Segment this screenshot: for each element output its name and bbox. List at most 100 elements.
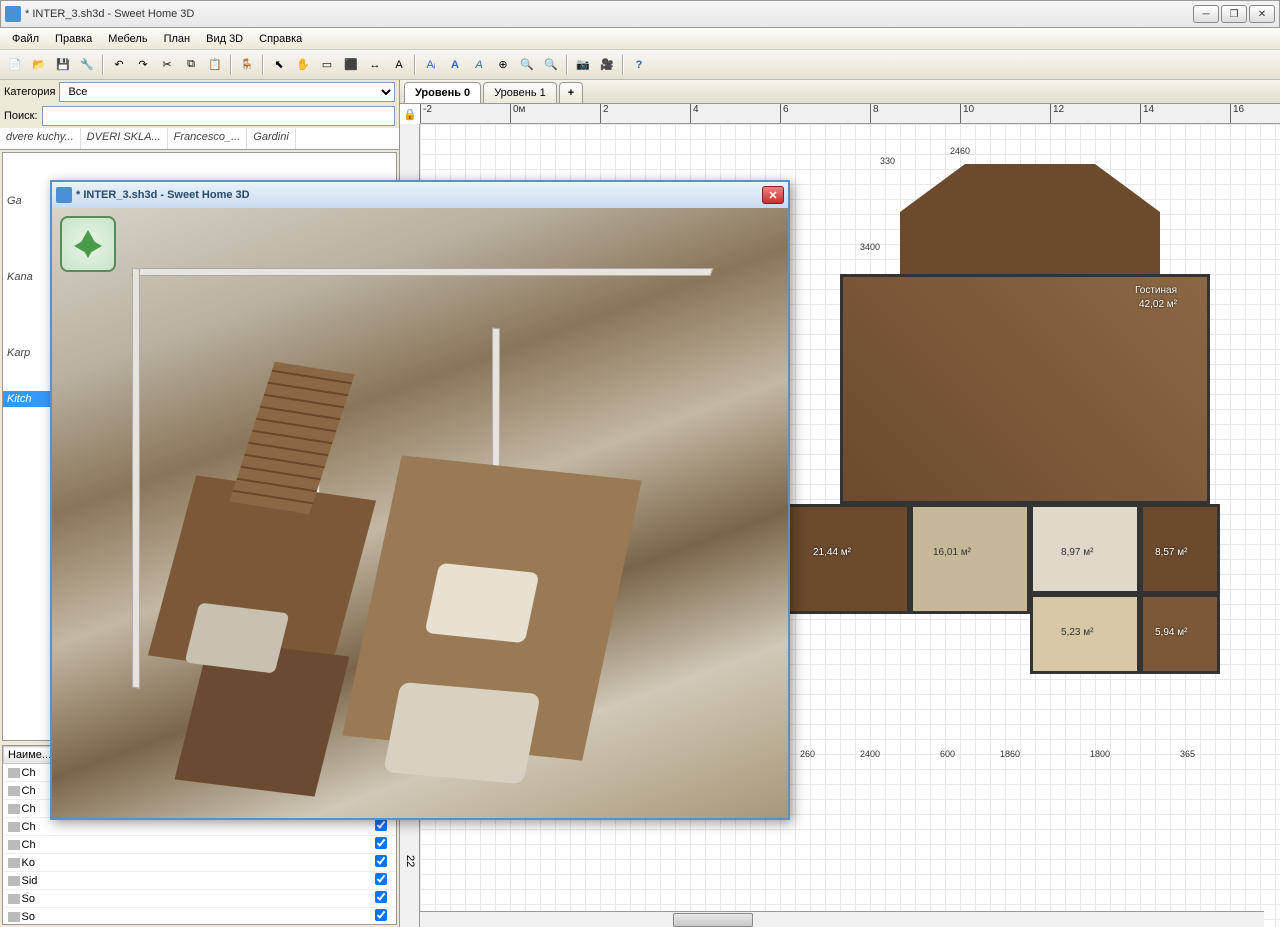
visible-checkbox[interactable] (375, 855, 387, 867)
copy-button[interactable]: ⧉ (180, 54, 202, 76)
view3d-title: * INTER_3.sh3d - Sweet Home 3D (76, 189, 762, 201)
level-tab-1[interactable]: Уровень 1 (483, 82, 557, 103)
dim-button[interactable]: ↔ (364, 54, 386, 76)
redo-button[interactable]: ↷ (132, 54, 154, 76)
add-level-button[interactable]: + (559, 82, 583, 103)
cell-v1 (213, 872, 264, 890)
room-6[interactable]: 5,23 м² (1030, 594, 1140, 674)
text-button[interactable]: A (388, 54, 410, 76)
compass-button[interactable]: ⊕ (492, 54, 514, 76)
addfurn-icon: 🪑 (240, 58, 254, 71)
open-button[interactable]: 📂 (28, 54, 50, 76)
view3d-canvas[interactable] (52, 208, 788, 818)
view3d-close-button[interactable]: ✕ (762, 186, 784, 204)
main-titlebar: * INTER_3.sh3d - Sweet Home 3D ─ ❐ ✕ (0, 0, 1280, 28)
maximize-button[interactable]: ❐ (1221, 5, 1247, 23)
render-3d (52, 208, 788, 818)
cell-v3 (315, 836, 366, 854)
ruler-tick: 0м (510, 104, 600, 123)
view3d-window[interactable]: * INTER_3.sh3d - Sweet Home 3D ✕ (50, 180, 790, 820)
zoomin-button[interactable]: 🔍 (516, 54, 538, 76)
room-2[interactable]: 21,44 м² (780, 504, 910, 614)
room-3[interactable]: 16,01 м² (910, 504, 1030, 614)
room-area: 42,02 м² (1139, 299, 1177, 310)
menu-view3d[interactable]: Вид 3D (198, 30, 251, 48)
table-row[interactable]: Ch (4, 836, 396, 854)
visible-checkbox[interactable] (375, 891, 387, 903)
photo-button[interactable]: 📷 (572, 54, 594, 76)
visible-checkbox[interactable] (375, 819, 387, 831)
minimize-button[interactable]: ─ (1193, 5, 1219, 23)
texti-icon: A (475, 59, 482, 71)
scrollbar-horizontal[interactable] (420, 911, 1264, 927)
visible-checkbox[interactable] (375, 837, 387, 849)
table-row[interactable]: Sid (4, 872, 396, 890)
catalog-tab[interactable]: dvere kuchy... (0, 128, 81, 149)
table-row[interactable]: Ko (4, 854, 396, 872)
video-button[interactable]: 🎥 (596, 54, 618, 76)
menu-plan[interactable]: План (156, 30, 199, 48)
save-icon: 💾 (56, 58, 70, 71)
cell-v3 (315, 872, 366, 890)
floor-plan[interactable]: Гостиная 42,02 м² 21,44 м² 16,01 м² 8,97… (780, 164, 1220, 744)
select-icon: ⬉ (274, 58, 283, 71)
ruler-tick: 6 (780, 104, 870, 123)
room-4[interactable]: 8,97 м² (1030, 504, 1140, 594)
scrollbar-thumb[interactable] (673, 913, 753, 927)
pan-button[interactable]: ✋ (292, 54, 314, 76)
menu-help[interactable]: Справка (251, 30, 310, 48)
catalog-tab[interactable]: DVERI SKLA... (81, 128, 168, 149)
room-area: 5,23 м² (1061, 627, 1093, 638)
cell-v3 (315, 890, 366, 908)
ruler-tick: 10 (960, 104, 1050, 123)
room-5[interactable]: 8,57 м² (1140, 504, 1220, 594)
cut-button[interactable]: ✂ (156, 54, 178, 76)
visible-checkbox[interactable] (375, 909, 387, 921)
paste-button[interactable]: 📋 (204, 54, 226, 76)
undo-button[interactable]: ↶ (108, 54, 130, 76)
search-input[interactable] (42, 106, 395, 126)
room-7[interactable]: 5,94 м² (1140, 594, 1220, 674)
save-button[interactable]: 💾 (52, 54, 74, 76)
ruler-tick: 4 (690, 104, 780, 123)
label-button[interactable]: Aᵢ (420, 54, 442, 76)
cell-name: Sid (4, 872, 213, 890)
texti-button[interactable]: A (468, 54, 490, 76)
dim-icon: ↔ (370, 59, 381, 71)
room-button[interactable]: ⬛ (340, 54, 362, 76)
cell-chk (367, 908, 396, 926)
table-row[interactable]: So (4, 908, 396, 926)
catalog-tab[interactable]: Francesco_... (168, 128, 248, 149)
cell-v2 (264, 854, 315, 872)
cell-chk (367, 818, 396, 836)
view3d-titlebar[interactable]: * INTER_3.sh3d - Sweet Home 3D ✕ (52, 182, 788, 208)
menu-edit[interactable]: Правка (47, 30, 100, 48)
lock-icon[interactable]: 🔒 (402, 106, 418, 122)
room-area: 5,94 м² (1155, 627, 1187, 638)
prefs-button[interactable]: 🔧 (76, 54, 98, 76)
cell-v2 (264, 908, 315, 926)
app-icon (56, 187, 72, 203)
table-row[interactable]: So (4, 890, 396, 908)
dimension: 330 (880, 156, 895, 166)
zoomout-button[interactable]: 🔍 (540, 54, 562, 76)
select-button[interactable]: ⬉ (268, 54, 290, 76)
room-living[interactable]: Гостиная 42,02 м² (840, 274, 1210, 504)
catalog-tab[interactable]: Gardini (247, 128, 295, 149)
menu-furniture[interactable]: Мебель (100, 30, 155, 48)
close-button[interactable]: ✕ (1249, 5, 1275, 23)
new-button[interactable]: 📄 (4, 54, 26, 76)
category-select[interactable]: Все (59, 82, 395, 102)
visible-checkbox[interactable] (375, 873, 387, 885)
help-button[interactable]: ? (628, 54, 650, 76)
addfurn-button[interactable]: 🪑 (236, 54, 258, 76)
level-tab-0[interactable]: Уровень 0 (404, 82, 481, 103)
textbg-button[interactable]: A (444, 54, 466, 76)
pan-icon: ✋ (296, 58, 310, 71)
cell-v1 (213, 908, 264, 926)
menu-file[interactable]: Файл (4, 30, 47, 48)
cell-v3 (315, 818, 366, 836)
bay-window[interactable] (900, 164, 1160, 284)
wall-button[interactable]: ▭ (316, 54, 338, 76)
table-row[interactable]: Ch (4, 818, 396, 836)
